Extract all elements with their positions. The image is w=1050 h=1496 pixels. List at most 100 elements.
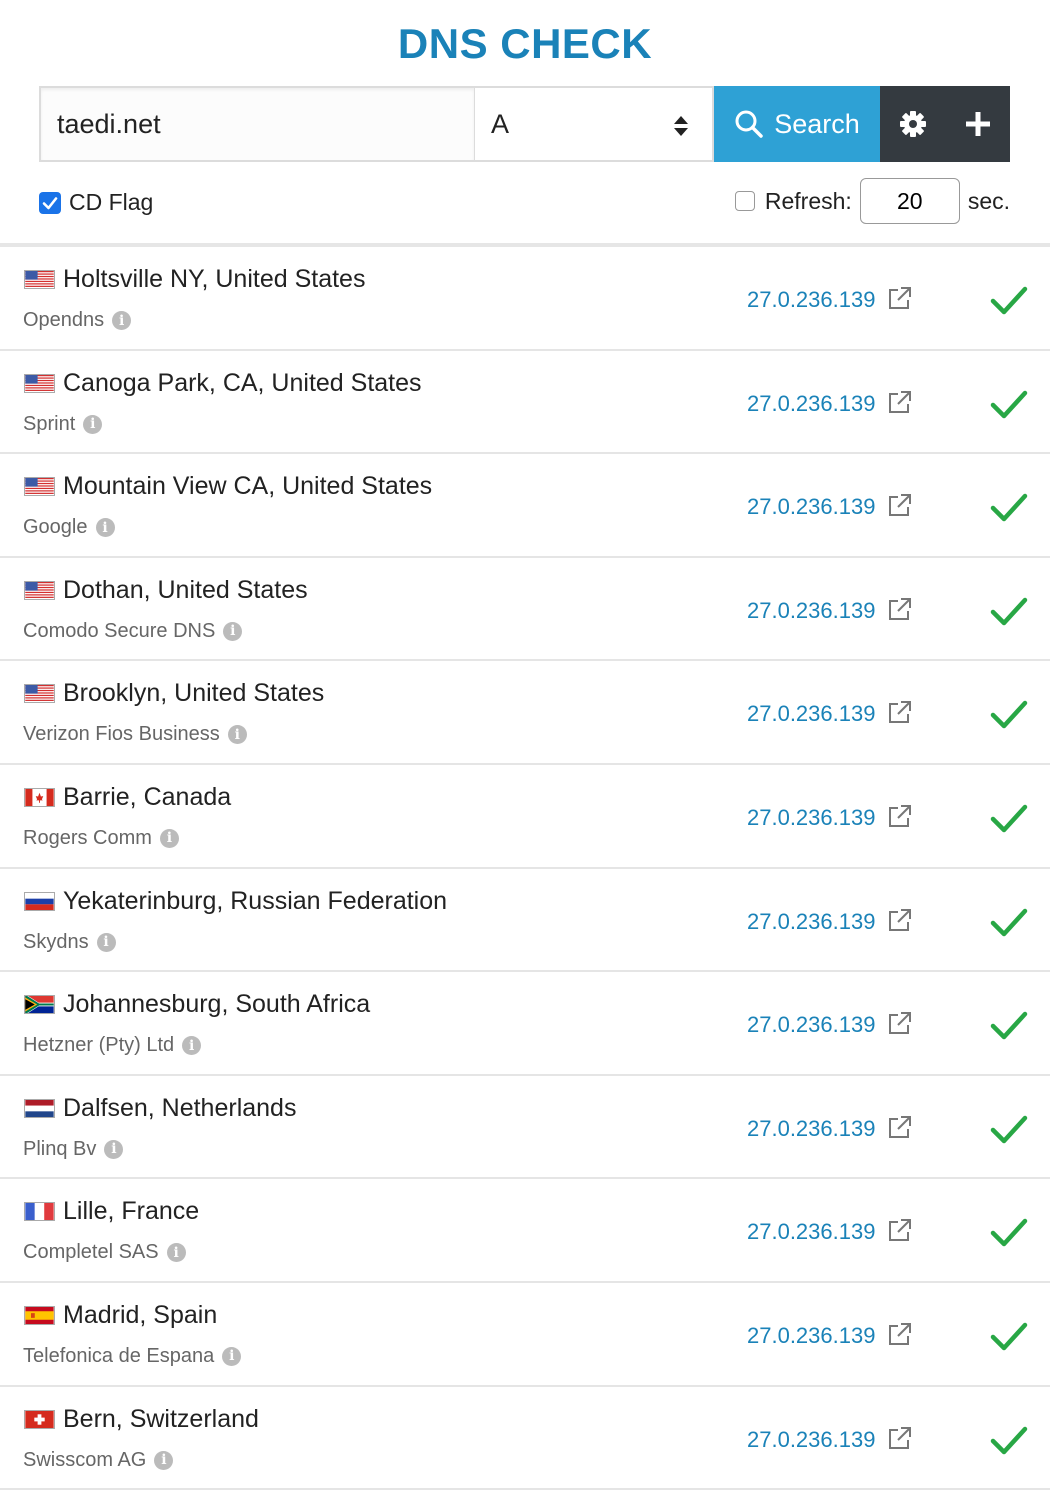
result-provider: Rogers Comm i: [23, 827, 179, 850]
flag-us-icon: [24, 580, 55, 600]
result-ip-link[interactable]: 27.0.236.139: [747, 1427, 875, 1453]
status-ok-icon: [990, 1322, 1028, 1351]
result-location: Brooklyn, United States: [63, 679, 325, 708]
result-provider-name: Completel SAS: [23, 1241, 159, 1264]
refresh-option: Refresh: sec.: [734, 178, 1010, 224]
result-row: Dalfsen, Netherlands Plinq Bv i 27.0.236.13…: [0, 1076, 1050, 1180]
add-button[interactable]: [945, 86, 1010, 162]
checkmark-icon: [42, 196, 58, 209]
refresh-unit: sec.: [967, 187, 1010, 214]
info-icon[interactable]: i: [166, 1243, 186, 1263]
search-button[interactable]: Search: [714, 86, 880, 162]
result-ip-link[interactable]: 27.0.236.139: [747, 1219, 875, 1245]
plus-icon: [965, 112, 990, 136]
select-arrows-icon: [674, 116, 688, 136]
result-provider-name: Swisscom AG: [23, 1448, 147, 1471]
result-provider-name: Opendns: [23, 309, 105, 331]
info-icon[interactable]: i: [154, 1450, 174, 1470]
external-link-icon[interactable]: [887, 596, 913, 622]
info-icon[interactable]: i: [104, 1139, 124, 1159]
flag-ca-icon: [24, 787, 55, 807]
result-ip-link[interactable]: 27.0.236.139: [747, 1012, 875, 1038]
result-provider-name: Plinq Bv: [23, 1137, 97, 1160]
external-link-icon[interactable]: [887, 492, 913, 518]
result-location: Dalfsen, Netherlands: [63, 1093, 297, 1122]
result-ip-link[interactable]: 27.0.236.139: [747, 494, 875, 520]
refresh-interval-input[interactable]: [859, 178, 960, 224]
info-icon[interactable]: i: [222, 1346, 242, 1366]
external-link-icon[interactable]: [887, 1321, 913, 1347]
page-title: DNS CHECK: [397, 20, 653, 67]
status-ok-icon: [990, 493, 1028, 522]
result-provider: Hetzner (Pty) Ltd i: [23, 1034, 202, 1057]
flag-us-icon: [24, 477, 55, 497]
status-ok-icon: [990, 597, 1028, 626]
external-link-icon[interactable]: [887, 1425, 913, 1451]
domain-input[interactable]: [39, 86, 475, 162]
external-link-icon[interactable]: [887, 907, 913, 933]
result-provider-name: Google: [23, 516, 88, 539]
record-type-value: A: [491, 108, 510, 139]
external-link-icon[interactable]: [887, 1010, 913, 1036]
external-link-icon[interactable]: [887, 1114, 913, 1140]
info-icon[interactable]: i: [227, 725, 247, 745]
result-ip-link[interactable]: 27.0.236.139: [747, 287, 875, 313]
cd-flag-option[interactable]: CD Flag: [39, 189, 153, 216]
result-ip-link[interactable]: 27.0.236.139: [747, 391, 875, 417]
result-ip-link[interactable]: 27.0.236.139: [747, 1323, 875, 1349]
search-button-label: Search: [774, 108, 860, 139]
external-link-icon[interactable]: [887, 699, 913, 725]
result-location: Dothan, United States: [63, 575, 308, 604]
result-row: Dothan, United States Comodo Secure DNS i 2…: [0, 558, 1050, 662]
result-ip-link[interactable]: 27.0.236.139: [747, 909, 875, 935]
result-location: Johannesburg, South Africa: [63, 990, 371, 1019]
status-ok-icon: [990, 1011, 1028, 1040]
result-provider-name: Comodo Secure DNS: [23, 619, 216, 642]
result-location: Lille, France: [63, 1197, 200, 1226]
status-ok-icon: [990, 1426, 1028, 1454]
info-icon[interactable]: i: [96, 932, 116, 952]
result-ip-link[interactable]: 27.0.236.139: [747, 1116, 875, 1142]
status-ok-icon: [990, 908, 1028, 936]
refresh-label: Refresh:: [764, 187, 852, 214]
settings-button[interactable]: [880, 86, 945, 162]
result-location: Yekaterinburg, Russian Federation: [63, 886, 448, 915]
result-provider: Sprint i: [23, 413, 103, 436]
results-list: Holtsville NY, United States Opendns i 27.0…: [0, 247, 1050, 1491]
flag-es-icon: [24, 1305, 55, 1325]
result-provider-name: Hetzner (Pty) Ltd: [23, 1034, 175, 1057]
result-ip-link[interactable]: 27.0.236.139: [747, 701, 875, 727]
info-icon[interactable]: i: [182, 1036, 202, 1056]
result-row: Lille, France Completel SAS i 27.0.236.139: [0, 1179, 1050, 1283]
result-row: Madrid, Spain Telefonica de Espana i 27.0.2…: [0, 1283, 1050, 1387]
result-location: Holtsville NY, United States: [63, 265, 366, 293]
result-provider-name: Telefonica de Espana: [23, 1344, 215, 1367]
flag-nl-icon: [24, 1098, 55, 1118]
flag-us-icon: [24, 684, 55, 704]
result-location: Bern, Switzerland: [63, 1404, 259, 1433]
result-provider: Comodo Secure DNS i: [23, 619, 243, 643]
result-row: Mountain View CA, United States Google i 27…: [0, 454, 1050, 558]
result-row: Brooklyn, United States Verizon Fios Busi…: [0, 661, 1050, 765]
cd-flag-label: CD Flag: [69, 189, 154, 215]
info-icon[interactable]: i: [159, 828, 179, 848]
external-link-icon[interactable]: [887, 285, 913, 311]
external-link-icon[interactable]: [887, 803, 913, 829]
info-icon[interactable]: i: [223, 621, 243, 641]
result-ip-link[interactable]: 27.0.236.139: [747, 805, 875, 831]
cd-flag-checkbox[interactable]: [39, 191, 61, 214]
refresh-checkbox[interactable]: [734, 191, 755, 211]
result-ip-link[interactable]: 27.0.236.139: [747, 598, 875, 624]
info-icon[interactable]: i: [83, 414, 103, 434]
flag-us-icon: [24, 270, 55, 289]
external-link-icon[interactable]: [887, 389, 913, 415]
external-link-icon[interactable]: [887, 1217, 913, 1243]
result-provider: Skydns i: [23, 931, 116, 954]
status-ok-icon: [990, 804, 1028, 833]
options-bar: CD Flag Refresh: sec.: [0, 176, 1050, 226]
result-row: Bern, Switzerland Swisscom AG i 27.0.236.13…: [0, 1387, 1050, 1491]
result-row: Holtsville NY, United States Opendns i 27.0…: [0, 247, 1050, 351]
info-icon[interactable]: i: [112, 311, 132, 330]
info-icon[interactable]: i: [95, 518, 115, 538]
record-type-select[interactable]: A: [475, 86, 714, 162]
